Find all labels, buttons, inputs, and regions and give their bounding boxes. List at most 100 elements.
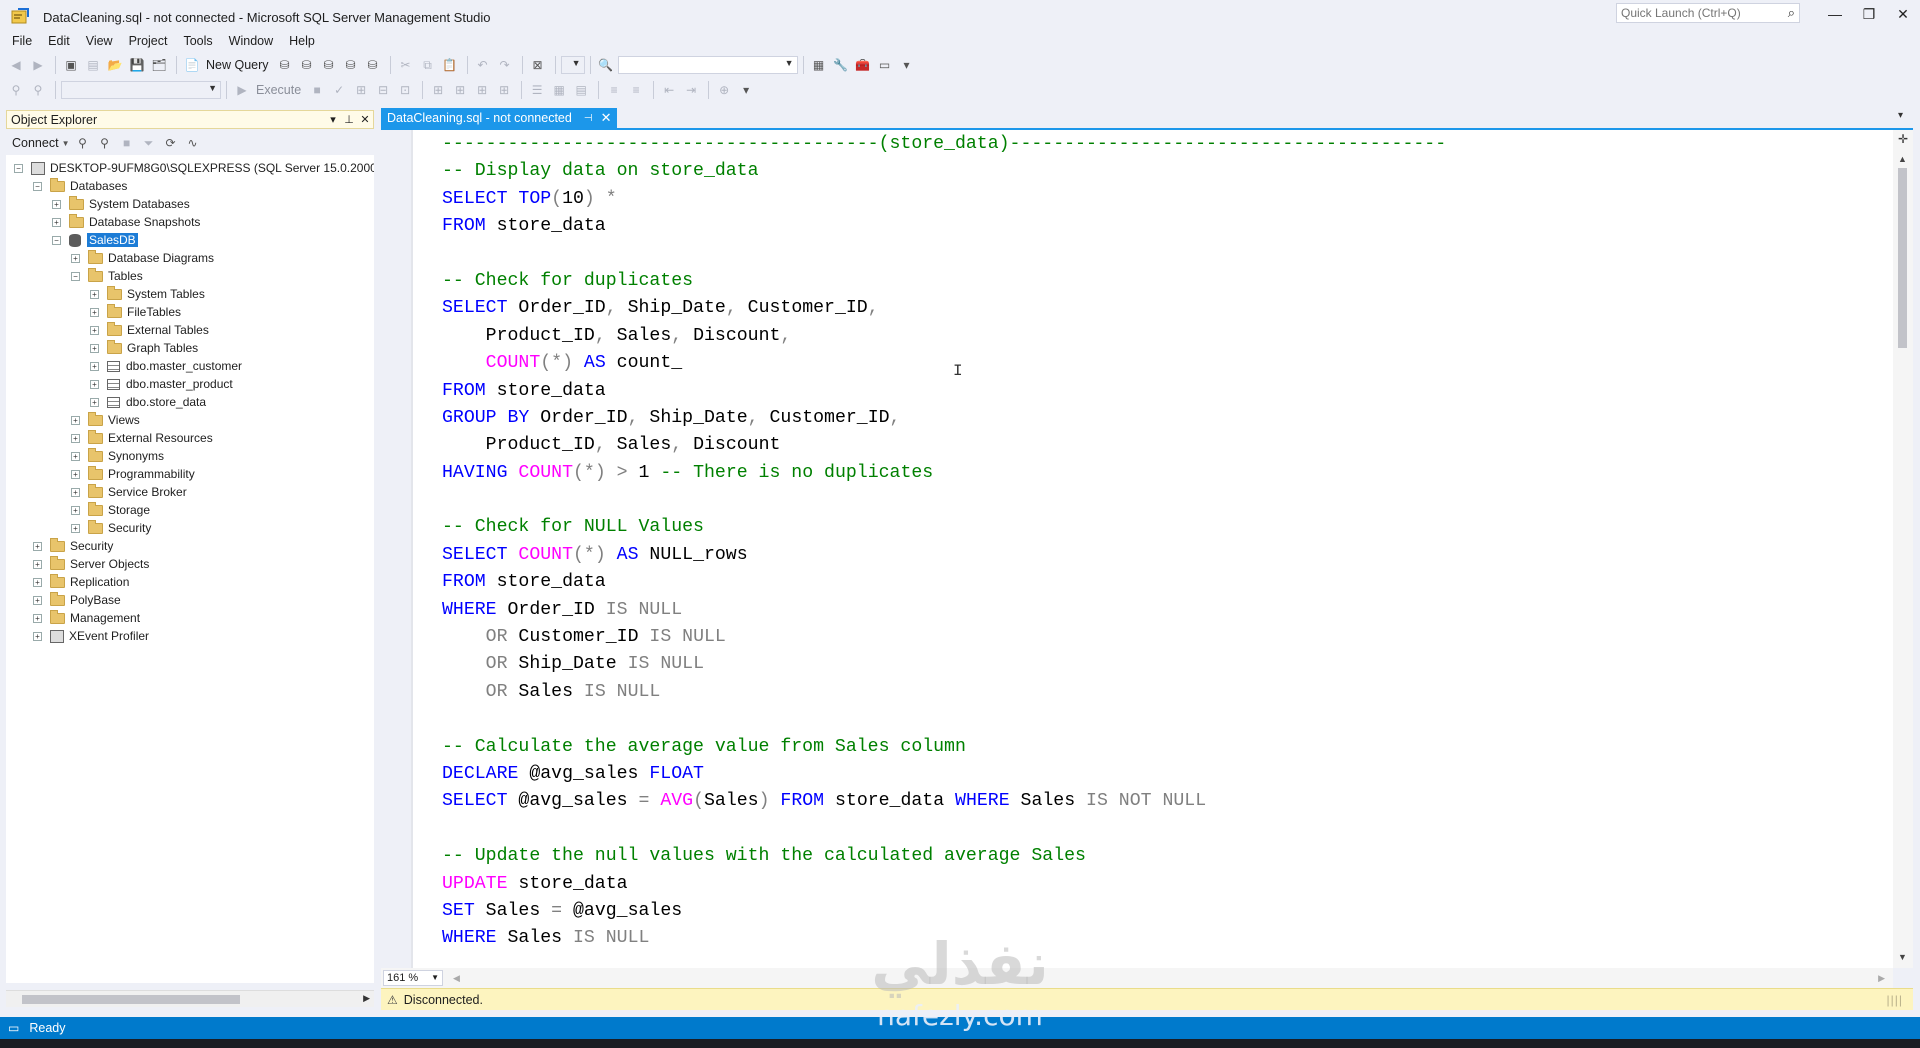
new-project-icon[interactable]: ▣ (61, 55, 81, 75)
expand-icon[interactable]: + (90, 289, 99, 299)
expand-icon[interactable]: + (71, 505, 80, 515)
tree-node[interactable]: + Database Snapshots (52, 213, 200, 231)
code-line[interactable]: -- Check for NULL Values (442, 514, 1446, 541)
code-line[interactable]: DECLARE @avg_sales FLOAT (442, 761, 1446, 788)
toolbar-options-icon[interactable]: ▾ (736, 80, 756, 100)
tree-node[interactable]: + External Tables (90, 321, 209, 339)
code-line[interactable]: FROM store_data (442, 213, 1446, 240)
pane-splitter[interactable] (374, 106, 380, 1016)
expand-icon[interactable]: + (71, 487, 80, 497)
code-line[interactable]: OR Ship_Date IS NULL (442, 651, 1446, 678)
menu-window[interactable]: Window (221, 32, 281, 52)
code-line[interactable]: WHERE Order_ID IS NULL (442, 597, 1446, 624)
execute-button[interactable]: Execute (256, 83, 301, 97)
scroll-left-icon[interactable]: ◀ (453, 973, 460, 984)
code-line[interactable]: Product_ID, Sales, Discount, (442, 323, 1446, 350)
tree-node[interactable]: + Programmability (71, 465, 195, 483)
code-line[interactable]: SELECT TOP(10) * (442, 186, 1446, 213)
decrease-indent-icon[interactable]: ⇤ (659, 80, 679, 100)
split-window-icon[interactable]: ✛ (1896, 132, 1910, 146)
stop-icon[interactable]: ■ (117, 133, 137, 153)
toolbox-icon[interactable]: 🧰 (853, 55, 873, 75)
expand-icon[interactable]: + (71, 469, 80, 479)
expand-icon[interactable]: + (90, 379, 99, 389)
tree-node[interactable]: + Security (71, 519, 151, 537)
tree-node[interactable]: + System Tables (90, 285, 205, 303)
tree-node[interactable]: + Replication (33, 573, 129, 591)
code-line[interactable]: FROM store_data (442, 569, 1446, 596)
results-to-file-icon[interactable]: ▤ (571, 80, 591, 100)
add-item-icon[interactable]: ▤ (83, 55, 103, 75)
query-options-icon[interactable]: ⊡ (395, 80, 415, 100)
code-line[interactable]: OR Sales IS NULL (442, 679, 1446, 706)
scroll-right-icon[interactable]: ▶ (1878, 973, 1885, 984)
expand-icon[interactable]: + (33, 541, 42, 551)
connect-button[interactable]: Connect (12, 136, 59, 150)
code-line[interactable]: HAVING COUNT(*) > 1 -- There is no dupli… (442, 460, 1446, 487)
tree-node[interactable]: + Database Diagrams (71, 249, 214, 267)
expand-icon[interactable]: + (71, 451, 80, 461)
tree-node[interactable]: + Security (33, 537, 113, 555)
code-line[interactable]: -- Calculate the average value from Sale… (442, 734, 1446, 761)
code-line[interactable] (442, 816, 1446, 843)
menu-edit[interactable]: Edit (40, 32, 78, 52)
find-combo[interactable]: ▼ (617, 56, 798, 74)
window-layout-icon[interactable]: ▭ (875, 55, 895, 75)
code-line[interactable]: -- Check for duplicates (442, 268, 1446, 295)
tree-node[interactable]: + FileTables (90, 303, 181, 321)
intellisense-icon[interactable]: ⊞ (428, 80, 448, 100)
new-query-icon[interactable]: 📄 (182, 55, 202, 75)
filter-icon[interactable]: ⏷ (139, 133, 159, 153)
cancel-query-icon[interactable]: ■ (307, 80, 327, 100)
pin-icon[interactable]: ⊣ (584, 113, 593, 124)
close-icon[interactable]: ✕ (357, 113, 373, 126)
tree-node[interactable]: + dbo.master_customer (90, 357, 242, 375)
connect-icon[interactable]: ⚲ (6, 80, 26, 100)
expand-icon[interactable]: + (90, 361, 99, 371)
find-in-files-icon[interactable]: 🔍 (596, 55, 616, 75)
code-line[interactable]: WHERE Sales IS NULL (442, 925, 1446, 952)
expand-icon[interactable]: + (33, 613, 42, 623)
expand-icon[interactable]: + (90, 325, 99, 335)
menu-tools[interactable]: Tools (175, 32, 220, 52)
refresh-icon[interactable]: ⟳ (161, 133, 181, 153)
collapse-icon[interactable]: − (33, 181, 42, 191)
tree-node[interactable]: + System Databases (52, 195, 190, 213)
pin-icon[interactable]: ⊥ (341, 113, 357, 126)
scroll-thumb[interactable] (1898, 168, 1907, 348)
tab-datacleaning-sql[interactable]: DataCleaning.sql - not connected ⊣ ✕ (381, 108, 618, 128)
specify-values-icon[interactable]: ⊕ (714, 80, 734, 100)
cut-icon[interactable]: ✂ (396, 55, 416, 75)
expand-icon[interactable]: + (71, 523, 80, 533)
object-explorer-hscrollbar[interactable]: ▶ (6, 990, 374, 1007)
tree-node[interactable]: + External Resources (71, 429, 213, 447)
expand-icon[interactable]: + (52, 199, 61, 209)
tree-node[interactable]: − DESKTOP-9UFM8G0\SQLEXPRESS (SQL Server … (14, 159, 374, 177)
window-position-icon[interactable]: ▾ (325, 113, 341, 126)
expand-icon[interactable]: + (52, 217, 61, 227)
scroll-thumb[interactable] (22, 995, 240, 1004)
undo-icon[interactable]: ↶ (473, 55, 493, 75)
tree-node[interactable]: + Storage (71, 501, 150, 519)
tree-node[interactable]: − Tables (71, 267, 143, 285)
zoom-combo[interactable]: 161 % ▼ (383, 970, 443, 986)
properties-icon[interactable]: ▦ (809, 55, 829, 75)
code-line[interactable]: SET Sales = @avg_sales (442, 898, 1446, 925)
close-window-button[interactable]: ✕ (1886, 2, 1920, 26)
quick-launch-input[interactable] (1617, 4, 1777, 22)
copy-icon[interactable]: ⧉ (418, 55, 438, 75)
scroll-up-icon[interactable]: ▲ (1898, 154, 1907, 164)
scroll-right-icon[interactable]: ▶ (363, 993, 370, 1004)
expand-icon[interactable]: + (71, 415, 80, 425)
tree-node[interactable]: + dbo.master_product (90, 375, 233, 393)
results-to-text-icon[interactable]: ☰ (527, 80, 547, 100)
menu-project[interactable]: Project (121, 32, 176, 52)
code-line[interactable]: OR Customer_ID IS NULL (442, 624, 1446, 651)
code-line[interactable]: SELECT @avg_sales = AVG(Sales) FROM stor… (442, 788, 1446, 815)
menu-view[interactable]: View (78, 32, 121, 52)
chevron-down-icon[interactable]: ▼ (61, 133, 71, 153)
expand-icon[interactable]: + (33, 577, 42, 587)
code-line[interactable]: SELECT Order_ID, Ship_Date, Customer_ID, (442, 295, 1446, 322)
parse-icon[interactable]: ✓ (329, 80, 349, 100)
paste-icon[interactable]: 📋 (440, 55, 460, 75)
